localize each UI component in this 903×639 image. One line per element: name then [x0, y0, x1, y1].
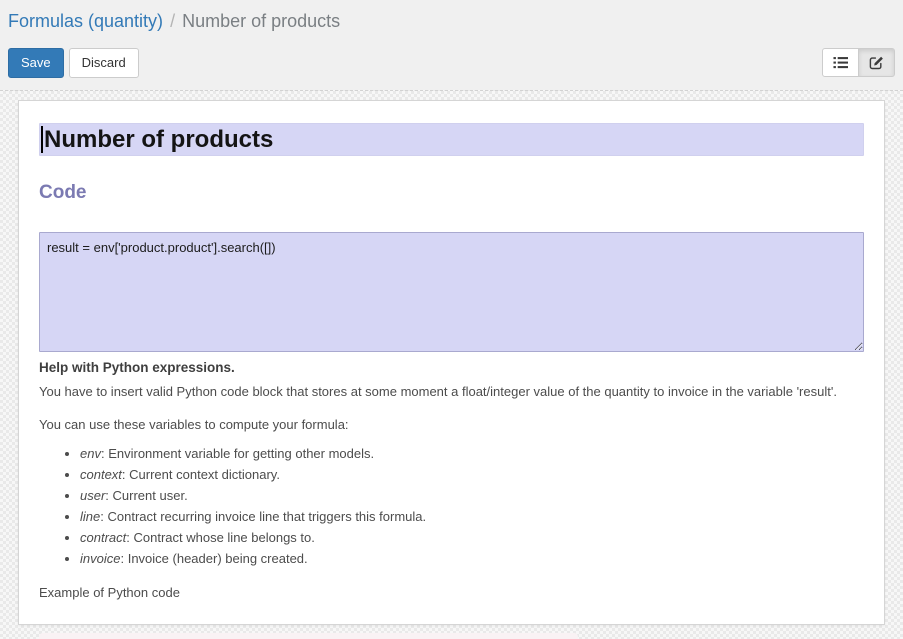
discard-button[interactable]: Discard	[69, 48, 139, 78]
variable-item: env: Environment variable for getting ot…	[80, 445, 864, 463]
breadcrumb-link-formulas[interactable]: Formulas (quantity)	[8, 11, 163, 31]
record-title-field	[39, 123, 864, 156]
variable-separator: :	[105, 488, 112, 503]
help-intro: You have to insert valid Python code blo…	[39, 383, 864, 401]
list-view-button[interactable]	[822, 48, 859, 77]
section-heading-code: Code	[39, 182, 864, 204]
view-switcher	[822, 48, 895, 77]
variables-list: env: Environment variable for getting ot…	[39, 445, 864, 568]
list-icon	[833, 55, 848, 70]
save-button[interactable]: Save	[8, 48, 64, 78]
variable-name: invoice	[80, 551, 120, 566]
example-label: Example of Python code	[39, 584, 864, 602]
variable-desc: Current context dictionary.	[129, 467, 280, 482]
variable-item: context: Current context dictionary.	[80, 466, 864, 484]
control-panel: Formulas (quantity) / Number of products S…	[0, 0, 903, 90]
variable-name: env	[80, 446, 101, 461]
variable-desc: Environment variable for getting other m…	[108, 446, 374, 461]
variable-name: context	[80, 467, 122, 482]
variable-name: contract	[80, 530, 126, 545]
breadcrumb-current: Number of products	[182, 11, 340, 31]
variable-item: line: Contract recurring invoice line th…	[80, 508, 864, 526]
edit-icon	[869, 55, 884, 70]
code-textarea[interactable]: result = env['product.product'].search([…	[39, 232, 864, 352]
variable-item: invoice: Invoice (header) being created.	[80, 550, 864, 568]
variable-separator: :	[120, 551, 127, 566]
example-code: result = env['product.product'].search_c…	[39, 633, 578, 639]
variable-desc: Current user.	[113, 488, 188, 503]
help-heading: Help with Python expressions.	[39, 358, 864, 377]
variable-desc: Invoice (header) being created.	[128, 551, 308, 566]
text-cursor	[41, 126, 43, 153]
breadcrumb-separator: /	[170, 11, 175, 31]
variable-item: contract: Contract whose line belongs to…	[80, 529, 864, 547]
form-view-button[interactable]	[858, 48, 895, 77]
variable-item: user: Current user.	[80, 487, 864, 505]
variable-name: user	[80, 488, 105, 503]
variable-desc: Contract recurring invoice line that tri…	[107, 509, 426, 524]
toolbar: Save Discard	[8, 48, 895, 78]
form-sheet: Code result = env['product.product'].sea…	[18, 100, 885, 625]
variable-desc: Contract whose line belongs to.	[133, 530, 314, 545]
breadcrumb: Formulas (quantity) / Number of products	[8, 8, 895, 34]
variables-intro: You can use these variables to compute y…	[39, 416, 864, 434]
content-area: Code result = env['product.product'].sea…	[0, 90, 903, 639]
record-title-input[interactable]	[39, 123, 864, 156]
variable-name: line	[80, 509, 100, 524]
help-section: Help with Python expressions. You have t…	[39, 358, 864, 639]
